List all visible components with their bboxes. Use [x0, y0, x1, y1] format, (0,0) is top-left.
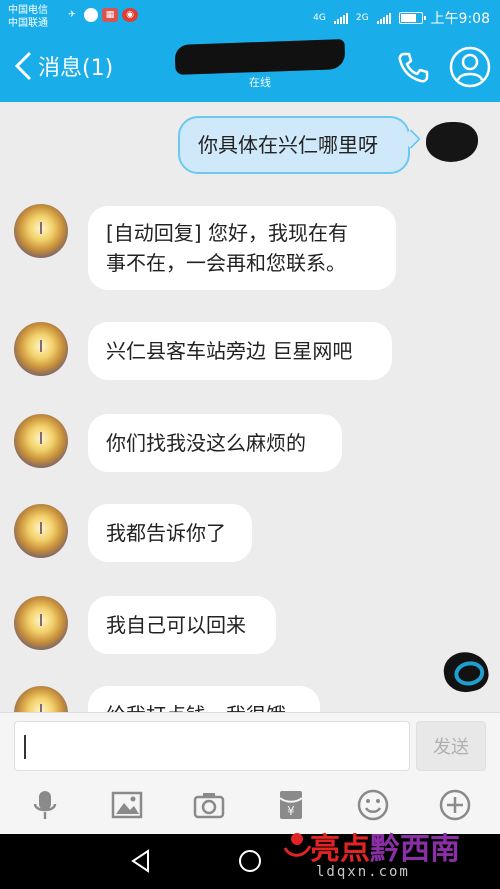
message-list[interactable]: 你具体在兴仁哪里呀 [自动回复] 您好，我现在有 事不在，一会再和您联系。 兴仁…: [0, 102, 500, 712]
message-bubble-incoming[interactable]: [自动回复] 您好，我现在有 事不在，一会再和您联系。: [88, 206, 396, 290]
message-text-line-1: [自动回复] 您好，我现在有: [106, 221, 348, 245]
battery-fill: [400, 14, 416, 22]
contact-avatar[interactable]: [14, 204, 68, 258]
carrier-names: 中国电信 中国联通: [8, 4, 48, 30]
status-indicators: 4G 2G 上午9:08: [313, 8, 490, 28]
send-button[interactable]: 发送: [416, 721, 486, 771]
message-text: 给我打点钱，我很饿: [106, 698, 286, 712]
bubble-tail: [401, 129, 421, 149]
nav-home-icon[interactable]: [237, 848, 263, 874]
contact-title: 在线: [170, 39, 350, 90]
weibo-icon: ◉: [122, 8, 138, 22]
message-text: 我都告诉你了: [106, 521, 226, 545]
presence-status: 在线: [249, 76, 271, 89]
carrier-1: 中国电信: [8, 5, 48, 16]
svg-text:¥: ¥: [287, 804, 295, 818]
message-text: 我自己可以回来: [106, 613, 246, 637]
redacted-contact-name: [174, 39, 346, 75]
contact-avatar[interactable]: [14, 322, 68, 376]
image-icon[interactable]: [110, 788, 144, 822]
watermark-text-b: 黔西南: [370, 832, 460, 867]
back-label: 消息(1): [38, 56, 114, 81]
message-text: 兴仁县客车站旁边 巨星网吧: [106, 339, 353, 363]
emoji-icon[interactable]: [356, 788, 390, 822]
clock: 上午9:08: [430, 11, 490, 27]
redacted-own-avatar: [426, 122, 478, 162]
text-cursor: [24, 735, 26, 759]
message-input[interactable]: [14, 721, 410, 771]
compose-bar: 发送: [0, 712, 500, 778]
nav-back-icon[interactable]: [128, 848, 154, 874]
wifi-share-icon: ✈: [68, 10, 76, 20]
contact-avatar[interactable]: [14, 504, 68, 558]
message-bubble-incoming[interactable]: 兴仁县客车站旁边 巨星网吧: [88, 322, 392, 380]
watermark-text-a: 亮点: [310, 832, 370, 867]
contact-avatar[interactable]: [14, 414, 68, 468]
message-bubble-incoming[interactable]: 我自己可以回来: [88, 596, 276, 654]
message-bubble-incoming[interactable]: 我都告诉你了: [88, 504, 252, 562]
watermark-logo-icon: [283, 833, 312, 857]
signal-1-icon: [333, 12, 348, 24]
watermark-title: 亮点黔西南: [310, 824, 460, 868]
battery-icon: [398, 12, 426, 24]
red-packet-icon[interactable]: ¥: [274, 788, 308, 822]
back-button[interactable]: 消息(1): [12, 50, 113, 82]
chat-notification-icon: [84, 8, 98, 22]
message-text: 你具体在兴仁哪里呀: [198, 133, 378, 157]
message-bubble-incoming[interactable]: 你们找我没这么麻烦的: [88, 414, 342, 472]
contact-avatar[interactable]: [14, 686, 68, 712]
network-2-label: 2G: [355, 12, 369, 23]
microphone-icon[interactable]: [28, 788, 62, 822]
chevron-left-icon: [14, 51, 32, 81]
message-text: 你们找我没这么麻烦的: [106, 431, 306, 455]
chat-header: 消息(1) 在线: [0, 34, 500, 102]
message-bubble-incoming[interactable]: 给我打点钱，我很饿: [88, 686, 320, 712]
redacted-mark: [440, 648, 492, 696]
app-notification-icon: ▦: [102, 8, 118, 22]
network-1-label: 4G: [313, 12, 326, 23]
status-bar: 中国电信 中国联通 ✈ ▦ ◉ 4G 2G 上午9:08: [0, 0, 500, 34]
watermark: 亮点黔西南 ldqxn.com: [282, 824, 492, 886]
profile-icon[interactable]: [449, 46, 491, 88]
signal-2-icon: [376, 12, 391, 24]
notification-icons: ✈ ▦ ◉: [64, 8, 138, 22]
plus-icon[interactable]: [438, 788, 472, 822]
message-text-line-2: 事不在，一会再和您联系。: [106, 251, 346, 275]
camera-icon[interactable]: [192, 788, 226, 822]
carrier-2: 中国联通: [8, 18, 48, 29]
phone-icon[interactable]: [393, 48, 433, 88]
watermark-url: ldqxn.com: [316, 864, 410, 880]
message-bubble-outgoing[interactable]: 你具体在兴仁哪里呀: [178, 116, 421, 174]
contact-avatar[interactable]: [14, 596, 68, 650]
